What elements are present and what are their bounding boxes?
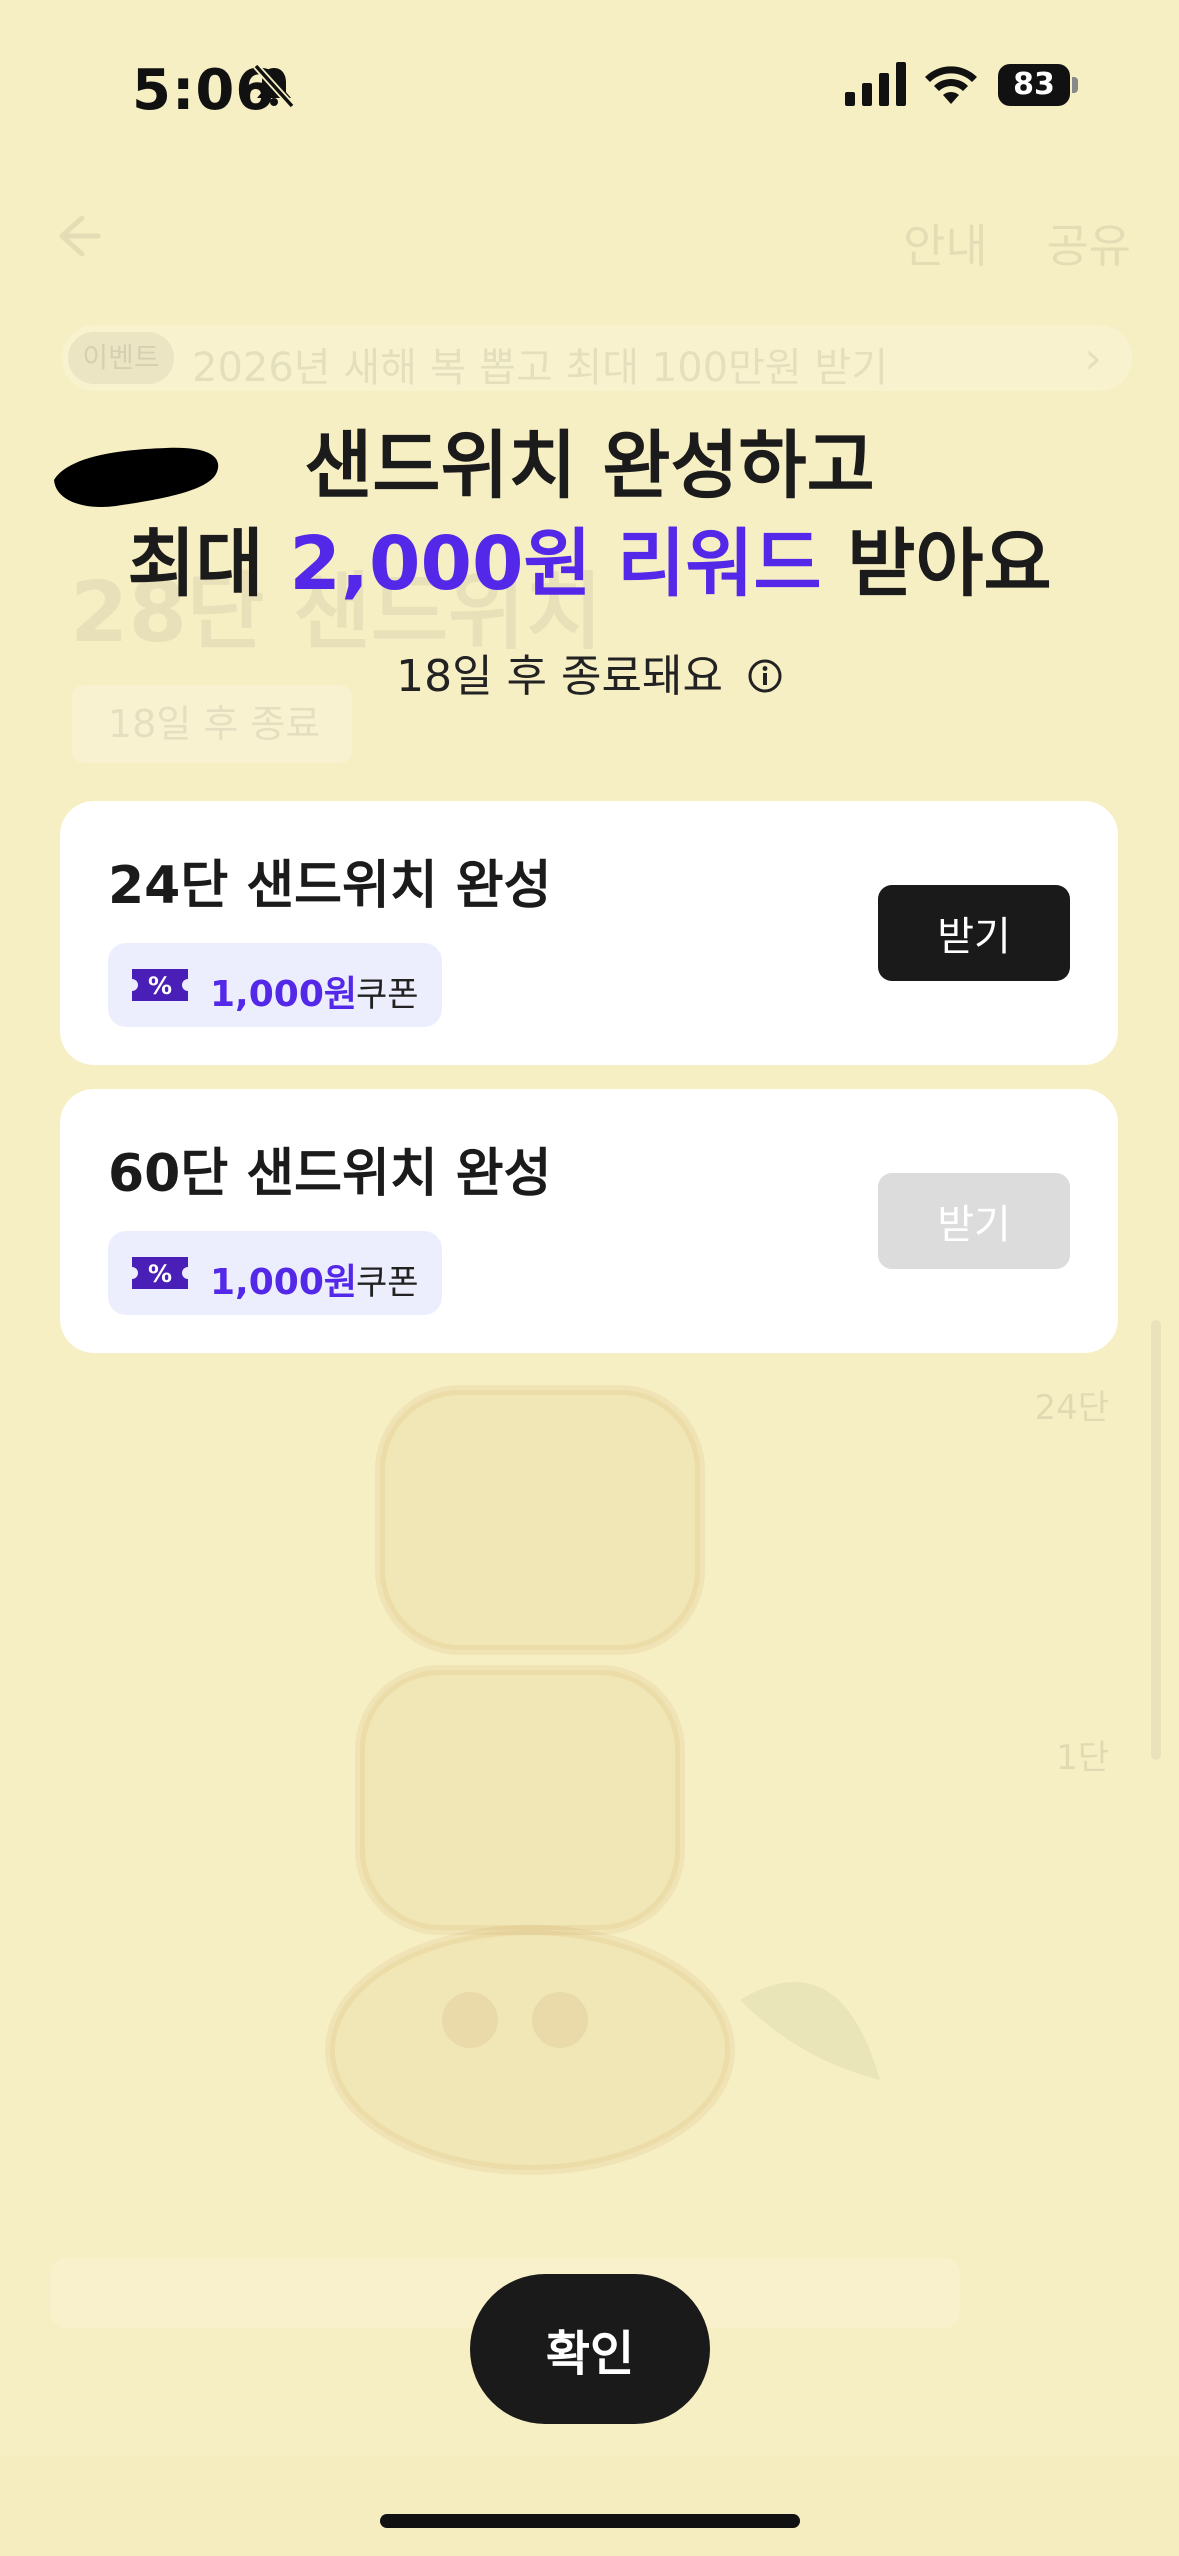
coupon-label: 쿠폰 [356, 975, 419, 1015]
background-event-text: 2026년 새해 복 뽑고 최대 100만원 받기 [192, 345, 889, 391]
coupon-chip: % 1,000원 쿠폰 [108, 943, 442, 1027]
sandwich-illustration [325, 1385, 880, 2175]
reward-headline: 샌드위치 완성하고 최대 2,000원 리워드 받아요 [0, 418, 1179, 614]
reward-screen: 안내 공유 이벤트 2026년 새해 복 뽑고 최대 100만원 받기 › 28… [0, 0, 1179, 2556]
claim-button[interactable]: 받기 [878, 885, 1070, 981]
svg-text:%: % [148, 1260, 172, 1288]
reward-title: 60단 샌드위치 완성 [108, 1144, 552, 1204]
background-level-label: 24단 [1034, 1388, 1109, 1428]
background-share-link: 공유 [1046, 219, 1131, 273]
reward-card: 24단 샌드위치 완성 % 1,000원 쿠폰 받기 [60, 801, 1118, 1065]
background-event-banner: 이벤트 2026년 새해 복 뽑고 최대 100만원 받기 › [62, 325, 1132, 391]
background-event-tag: 이벤트 [68, 332, 174, 384]
cellular-signal-icon [845, 62, 906, 106]
headline-accent: 2,000원 리워드 [289, 521, 822, 607]
bell-slash-icon [253, 63, 295, 109]
coupon-amount: 1,000원 [210, 1262, 357, 1303]
background-header-actions: 안내 공유 [859, 210, 1131, 276]
headline-line2: 최대 2,000원 리워드 받아요 [127, 521, 1052, 607]
coupon-ticket-icon: % [132, 1257, 188, 1289]
headline-line1: 샌드위치 완성하고 [304, 423, 875, 509]
bottom-safe-area [0, 2455, 1179, 2556]
info-icon[interactable] [747, 658, 783, 694]
wifi-icon [925, 66, 977, 104]
background-level-label: 1단 [1056, 1738, 1109, 1778]
back-arrow-icon [59, 215, 101, 257]
end-notice: 18일 후 종료돼요 [0, 640, 1179, 704]
reward-card: 60단 샌드위치 완성 % 1,000원 쿠폰 받기 [60, 1089, 1118, 1353]
home-indicator[interactable] [380, 2514, 800, 2528]
battery-icon: 83 [998, 64, 1078, 106]
battery-level: 83 [998, 64, 1070, 106]
coupon-chip: % 1,000원 쿠폰 [108, 1231, 442, 1315]
background-guide-link: 안내 [903, 219, 988, 273]
reward-title: 24단 샌드위치 완성 [108, 856, 552, 916]
coupon-label: 쿠폰 [356, 1263, 419, 1303]
claim-button-disabled[interactable]: 받기 [878, 1173, 1070, 1269]
status-bar: 5:06 83 [0, 0, 1179, 170]
svg-text:%: % [148, 972, 172, 1000]
chevron-right-icon: › [1084, 333, 1102, 384]
confirm-button[interactable]: 확인 [470, 2274, 710, 2424]
end-notice-text: 18일 후 종료돼요 [396, 651, 723, 702]
background-scrollbar [1151, 1320, 1161, 1760]
coupon-amount: 1,000원 [210, 974, 357, 1015]
coupon-ticket-icon: % [132, 969, 188, 1001]
